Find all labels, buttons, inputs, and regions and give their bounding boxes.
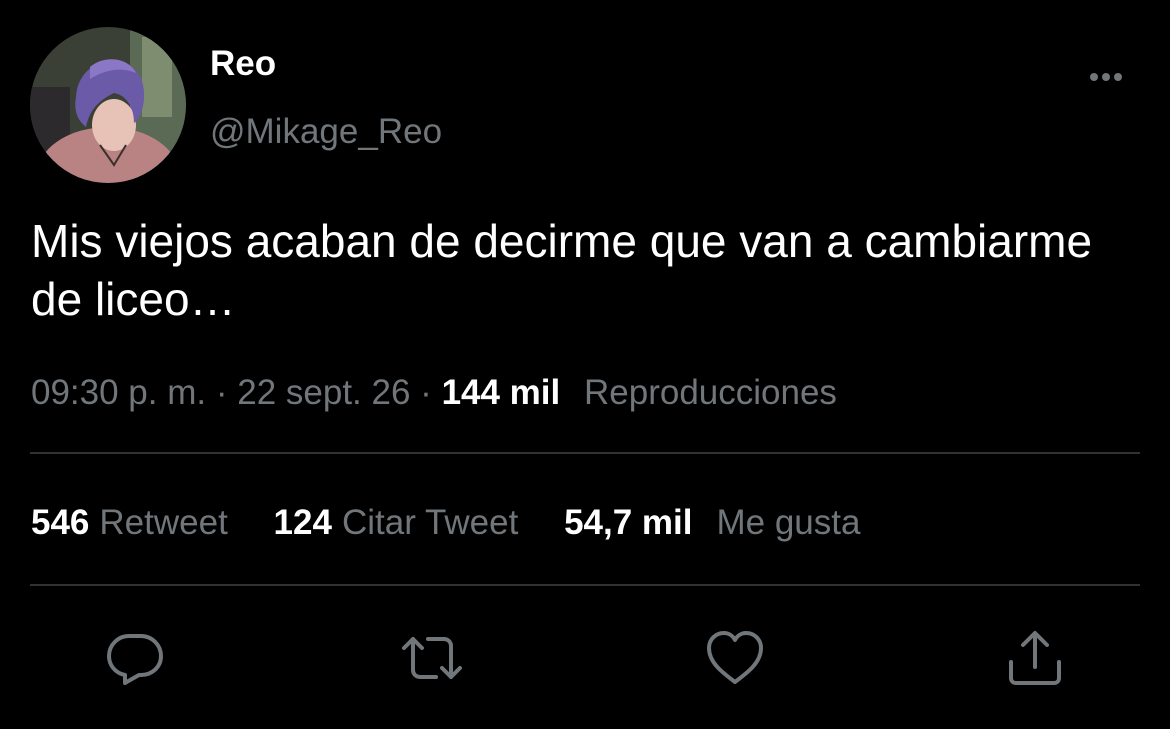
- heart-icon: [707, 631, 763, 684]
- retweets-label: Retweet: [99, 503, 228, 542]
- retweets-stat[interactable]: 546 Retweet: [31, 500, 228, 546]
- likes-count: 54,7 mil: [564, 503, 693, 542]
- like-button[interactable]: [703, 626, 767, 690]
- more-options-button[interactable]: [1082, 60, 1130, 94]
- share-icon: [1009, 631, 1061, 685]
- meta-separator: ·: [420, 373, 432, 412]
- tweet-detail: Reo @Mikage_Reo Mis viejos acaban de dec…: [0, 0, 1170, 729]
- retweet-button[interactable]: [400, 626, 464, 690]
- quotes-label: Citar Tweet: [341, 503, 519, 542]
- reply-button[interactable]: [103, 626, 167, 690]
- tweet-date[interactable]: 22 sept. 26: [237, 373, 410, 412]
- reply-icon: [107, 634, 163, 685]
- meta-separator: ·: [215, 373, 228, 412]
- views-label[interactable]: Reproducciones: [584, 373, 837, 412]
- retweets-count: 546: [31, 503, 90, 542]
- divider: [30, 452, 1140, 454]
- views-count[interactable]: 144 mil: [442, 373, 561, 412]
- avatar[interactable]: [30, 27, 186, 183]
- quotes-stat[interactable]: 124 Citar Tweet: [274, 500, 519, 546]
- likes-label: Me gusta: [716, 503, 861, 542]
- avatar-image: [30, 27, 186, 183]
- likes-stat[interactable]: 54,7 mil Me gusta: [564, 500, 860, 546]
- divider: [30, 584, 1140, 586]
- engagement-stats: 546 Retweet 124 Citar Tweet 54,7 mil Me gus…: [31, 500, 896, 546]
- more-horizontal-icon: [1090, 73, 1122, 81]
- tweet-text: Mis viejos acaban de decirme que van a c…: [31, 215, 1093, 325]
- tweet-meta: 09:30 p. m. · 22 sept. 26 · 144 mil Repr…: [31, 370, 837, 416]
- author-display-name[interactable]: Reo: [210, 42, 276, 86]
- quotes-count: 124: [273, 503, 332, 542]
- tweet-time[interactable]: 09:30 p. m.: [31, 373, 206, 412]
- retweet-icon: [402, 637, 462, 679]
- share-button[interactable]: [1003, 626, 1067, 690]
- author-handle[interactable]: @Mikage_Reo: [210, 110, 442, 154]
